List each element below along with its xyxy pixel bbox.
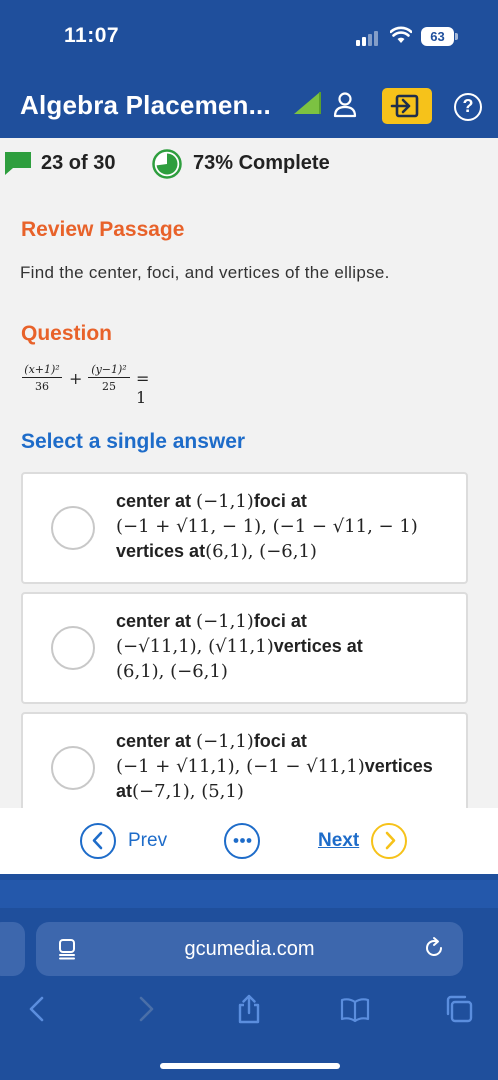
prev-button[interactable] <box>80 823 116 859</box>
address-bar[interactable]: gcumedia.com <box>36 922 463 976</box>
select-single-answer-title: Select a single answer <box>21 430 246 453</box>
app-title: Algebra Placemen... <box>20 90 271 120</box>
battery-tip <box>455 33 458 40</box>
answer-text: center at (−1,1)foci at (−√11,1), (√11,1… <box>116 611 363 682</box>
share-icon[interactable] <box>234 994 264 1024</box>
next-label[interactable]: Next <box>318 830 359 852</box>
tabs-icon[interactable] <box>445 994 475 1024</box>
exit-icon <box>390 94 419 118</box>
progress-pie-icon <box>152 149 182 179</box>
bookmarks-icon[interactable] <box>340 994 370 1024</box>
fraction-x: (x+1)² 36 <box>22 363 62 393</box>
more-dots-icon <box>233 838 251 843</box>
equation-rhs: = 1 <box>136 369 150 407</box>
radio-button[interactable] <box>51 746 95 790</box>
help-button[interactable]: ? <box>454 93 482 121</box>
status-time: 11:07 <box>64 24 120 47</box>
answer-option-2[interactable]: center at (−1,1)foci at (−√11,1), (√11,1… <box>21 592 468 704</box>
radio-button[interactable] <box>51 626 95 670</box>
next-button[interactable] <box>371 823 407 859</box>
answer-text: center at (−1,1)foci at (−1 + √11,1), (−… <box>116 731 433 802</box>
chevron-left-icon <box>92 831 102 850</box>
question-nav: Prev Next <box>0 808 498 874</box>
radio-button[interactable] <box>51 506 95 550</box>
question-title: Question <box>21 322 113 345</box>
chat-icon <box>5 152 31 175</box>
more-options-button[interactable] <box>224 823 260 859</box>
chevron-right-icon <box>385 831 395 850</box>
exit-button[interactable] <box>382 88 432 124</box>
flag-icon[interactable] <box>292 90 324 116</box>
answer-text: center at (−1,1)foci at (−1 + √11, − 1),… <box>116 491 418 562</box>
user-icon[interactable] <box>333 92 357 118</box>
answer-option-1[interactable]: center at (−1,1)foci at (−1 + √11, − 1),… <box>21 472 468 584</box>
battery-indicator: 63 <box>421 27 454 46</box>
status-bar: 11:07 63 <box>0 0 498 70</box>
plus-sign: + <box>69 369 83 388</box>
review-passage-title: Review Passage <box>21 218 185 241</box>
question-content: Review Passage Find the center, foci, an… <box>0 190 498 808</box>
browser-divider <box>0 880 498 908</box>
previous-tab-stub[interactable] <box>0 922 25 976</box>
percent-complete: 73% Complete <box>193 152 330 174</box>
passage-text: Find the center, foci, and vertices of t… <box>20 263 390 282</box>
prev-label[interactable]: Prev <box>128 830 167 852</box>
wifi-icon <box>390 26 412 43</box>
cellular-signal-icon <box>356 30 382 46</box>
home-indicator <box>160 1063 340 1069</box>
answer-option-3[interactable]: center at (−1,1)foci at (−1 + √11,1), (−… <box>21 712 468 808</box>
reload-icon[interactable] <box>422 936 446 960</box>
forward-icon[interactable] <box>130 994 160 1024</box>
fraction-y: (y−1)² 25 <box>88 363 130 393</box>
progress-row: 23 of 30 73% Complete <box>0 138 498 190</box>
url-text[interactable]: gcumedia.com <box>36 938 463 961</box>
question-counter: 23 of 30 <box>41 152 116 174</box>
back-icon[interactable] <box>23 994 53 1024</box>
